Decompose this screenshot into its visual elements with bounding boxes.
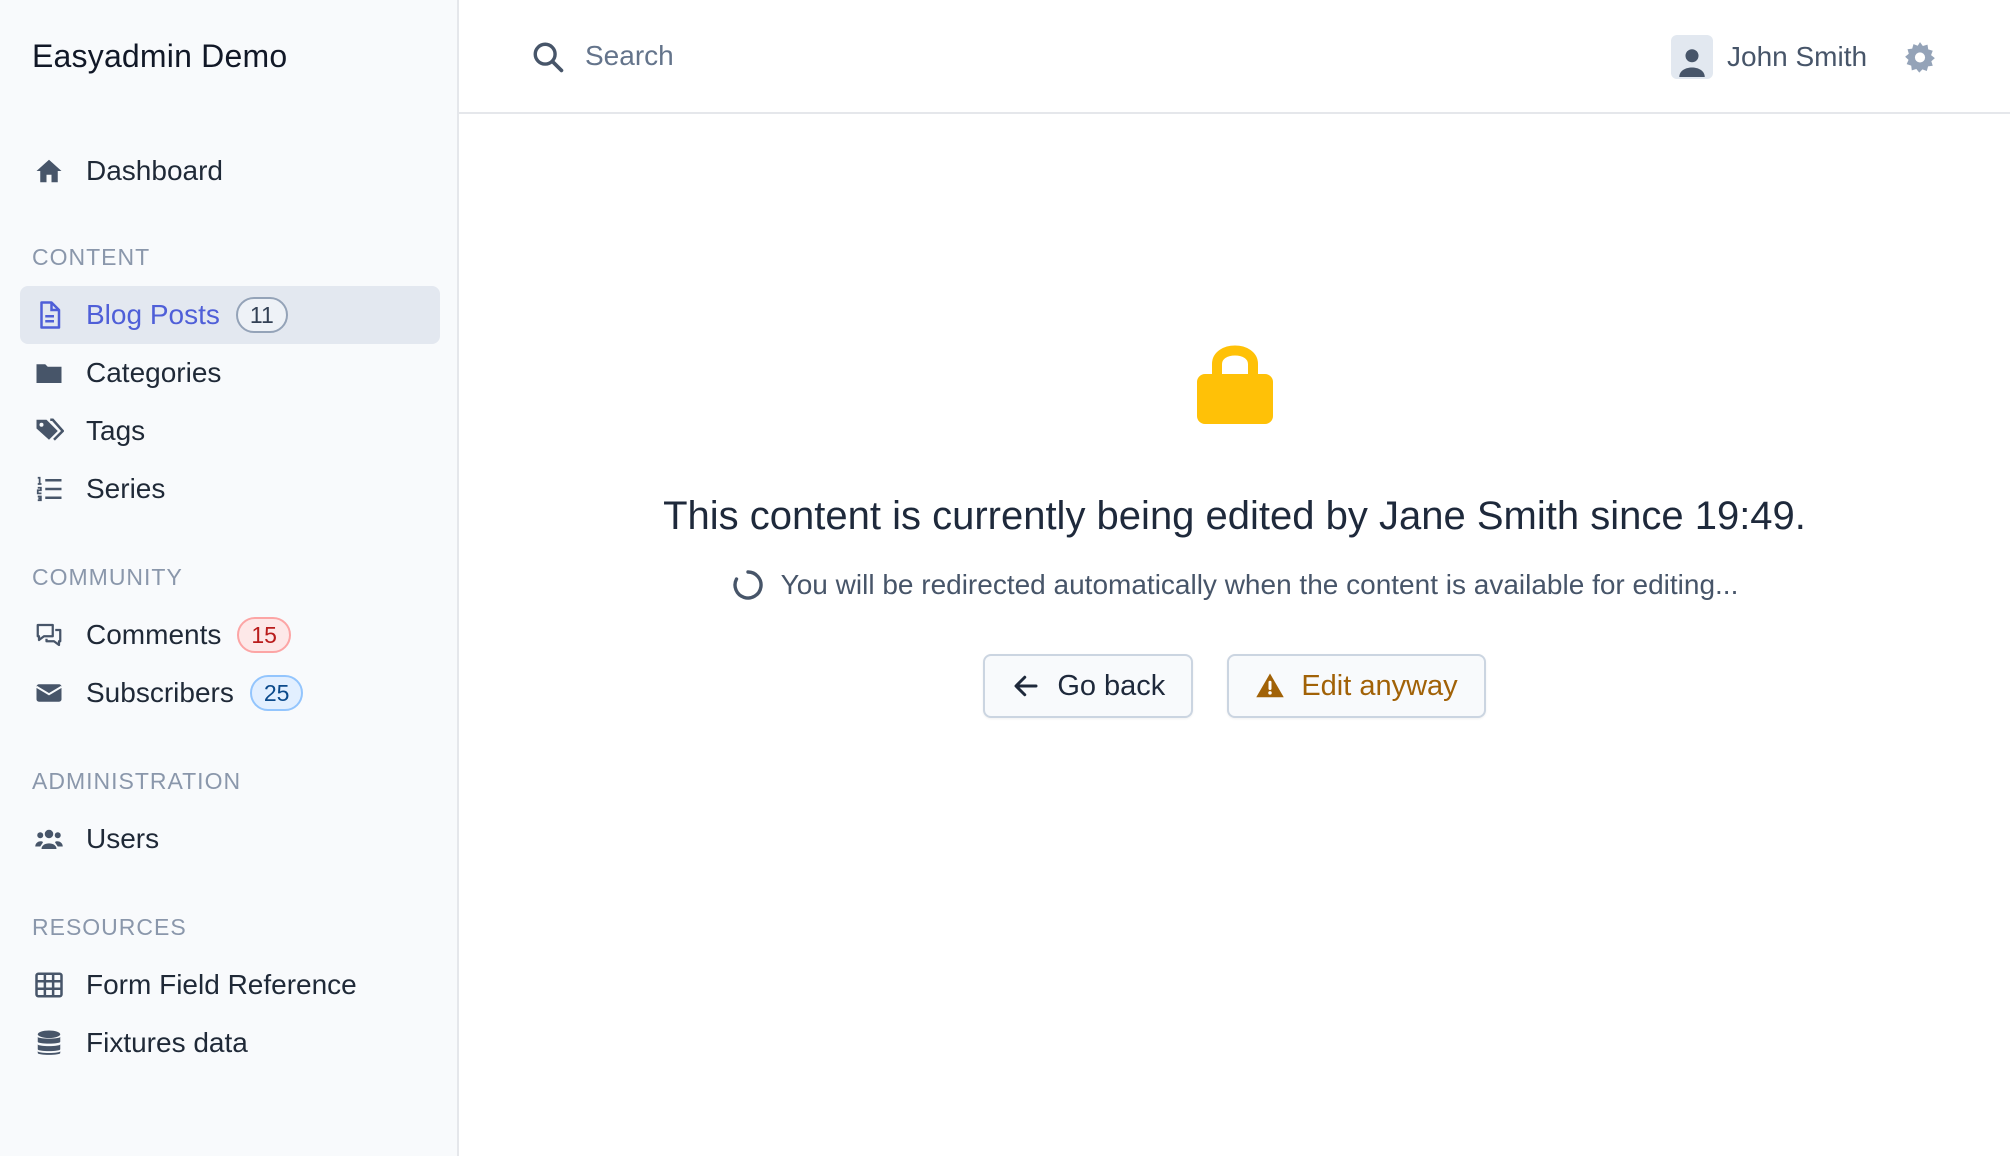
- brand-title[interactable]: Easyadmin Demo: [32, 38, 287, 75]
- sidebar-item-users[interactable]: Users: [20, 810, 440, 868]
- sidebar-item-form-field-reference[interactable]: Form Field Reference: [20, 956, 440, 1014]
- sidebar-item-categories[interactable]: Categories: [20, 344, 440, 402]
- app-root: Easyadmin Demo Dashboard CONTENT Blog Po…: [0, 0, 2010, 1156]
- sidebar-item-subscribers[interactable]: Subscribers 25: [20, 664, 440, 722]
- users-icon: [34, 824, 64, 854]
- gear-icon[interactable]: [1903, 40, 1937, 74]
- sidebar-item-label: Categories: [86, 357, 222, 388]
- sidebar-item-label: Users: [86, 823, 160, 854]
- section-content: CONTENT: [32, 244, 151, 270]
- sidebar-item-tags[interactable]: Tags: [20, 402, 440, 460]
- sidebar-item-label: Fixtures data: [86, 1027, 248, 1058]
- search-icon[interactable]: [531, 40, 565, 74]
- sidebar-item-label: Dashboard: [86, 155, 223, 186]
- edit-anyway-label: Edit anyway: [1301, 669, 1458, 702]
- main-area: John Smith This content is currently bei…: [459, 0, 2010, 1156]
- sidebar-item-series[interactable]: Series: [20, 460, 440, 518]
- spinner-icon: [731, 568, 765, 602]
- user-menu[interactable]: John Smith: [1671, 34, 1867, 80]
- section-community: COMMUNITY: [32, 564, 183, 590]
- numbered-list-icon: [34, 474, 64, 504]
- sidebar-item-dashboard[interactable]: Dashboard: [20, 142, 440, 200]
- count-badge: 25: [249, 675, 304, 711]
- sidebar-item-label: Form Field Reference: [86, 969, 357, 1000]
- sidebar-item-label: Subscribers: [86, 677, 234, 708]
- top-header: John Smith: [459, 0, 2010, 114]
- sidebar-item-label: Blog Posts: [86, 299, 220, 330]
- table-icon: [34, 970, 64, 1000]
- comments-icon: [34, 620, 64, 650]
- count-badge: 11: [235, 297, 288, 333]
- document-icon: [34, 300, 64, 330]
- action-buttons: Go back Edit anyway: [459, 654, 2010, 718]
- go-back-button[interactable]: Go back: [983, 654, 1194, 718]
- tags-icon: [34, 416, 64, 446]
- home-icon: [34, 156, 64, 186]
- go-back-label: Go back: [1057, 669, 1166, 702]
- section-administration: ADMINISTRATION: [32, 768, 242, 794]
- sidebar-item-label: Series: [86, 473, 166, 504]
- sidebar-item-label: Tags: [86, 415, 146, 446]
- lock-icon: [1197, 338, 1273, 424]
- arrow-left-icon: [1014, 675, 1038, 697]
- search-input[interactable]: [585, 34, 1085, 78]
- sidebar-item-label: Comments: [86, 619, 222, 650]
- warning-icon: [1256, 673, 1285, 698]
- edit-anyway-button[interactable]: Edit anyway: [1227, 654, 1486, 718]
- redirect-notice: You will be redirected automatically whe…: [459, 568, 2010, 602]
- section-resources: RESOURCES: [32, 914, 187, 940]
- sidebar-item-comments[interactable]: Comments 15: [20, 606, 440, 664]
- lock-notice: This content is currently being edited b…: [459, 114, 2010, 1156]
- sidebar-item-fixtures-data[interactable]: Fixtures data: [20, 1014, 440, 1072]
- database-icon: [34, 1028, 64, 1058]
- envelope-icon: [34, 678, 64, 708]
- sidebar: Easyadmin Demo Dashboard CONTENT Blog Po…: [0, 0, 459, 1156]
- count-badge: 15: [237, 617, 291, 653]
- lock-message: This content is currently being edited b…: [663, 494, 1806, 538]
- folder-icon: [34, 358, 64, 388]
- user-name: John Smith: [1727, 41, 1868, 72]
- avatar: [1671, 35, 1713, 79]
- sidebar-item-blog-posts[interactable]: Blog Posts 11: [20, 286, 440, 344]
- redirect-text: You will be redirected automatically whe…: [780, 569, 1739, 600]
